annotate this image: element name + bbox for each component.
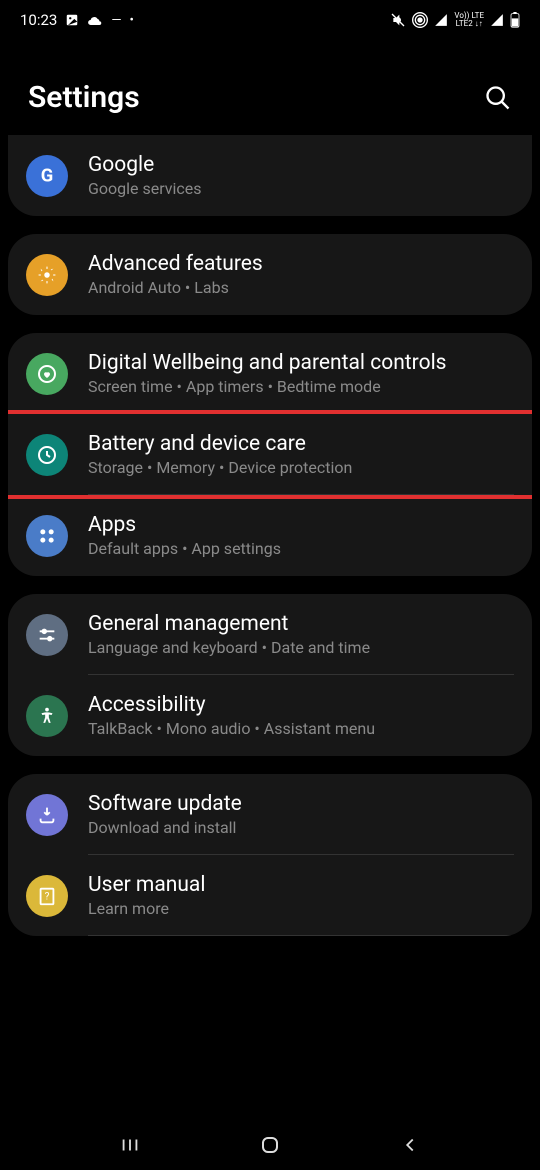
battery-care-icon	[26, 434, 68, 476]
gallery-notif-icon	[65, 13, 79, 27]
settings-item-general[interactable]: General management Language and keyboard…	[8, 594, 532, 675]
status-time: 10:23	[20, 11, 57, 29]
accessibility-icon	[26, 695, 68, 737]
item-title: Battery and device care	[88, 432, 352, 456]
user-manual-icon: ?	[26, 875, 68, 917]
settings-item-apps[interactable]: Apps Default apps • App settings	[8, 495, 532, 576]
status-bar: 10:23 — • Vo)) LTELTE2 ↓↑	[0, 0, 540, 40]
settings-item-wellbeing[interactable]: Digital Wellbeing and parental controls …	[8, 333, 532, 414]
settings-group: Advanced features Android Auto • Labs	[8, 234, 532, 315]
settings-list: G Google Google services Advanced featur…	[0, 135, 540, 936]
item-sub: Google services	[88, 179, 202, 198]
item-sub: Learn more	[88, 899, 205, 918]
hotspot-icon	[412, 12, 428, 28]
general-management-icon	[26, 614, 68, 656]
item-title: User manual	[88, 873, 205, 897]
network-label: Vo)) LTELTE2 ↓↑	[454, 12, 484, 28]
back-button[interactable]	[396, 1131, 424, 1159]
item-text: Apps Default apps • App settings	[88, 513, 281, 558]
signal-icon-1	[434, 13, 448, 27]
dash-notif-icon: —	[111, 13, 121, 28]
back-icon	[399, 1134, 421, 1156]
advanced-features-icon	[26, 254, 68, 296]
item-sub: Language and keyboard • Date and time	[88, 638, 370, 657]
home-icon	[258, 1133, 282, 1157]
status-right: Vo)) LTELTE2 ↓↑	[390, 12, 520, 28]
header: Settings	[0, 40, 540, 135]
item-text: Google Google services	[88, 153, 202, 198]
settings-item-accessibility[interactable]: Accessibility TalkBack • Mono audio • As…	[8, 675, 532, 756]
item-text: User manual Learn more	[88, 873, 205, 918]
dot-notif-icon: •	[130, 13, 134, 28]
settings-item-manual[interactable]: ? User manual Learn more	[8, 855, 532, 936]
item-sub: TalkBack • Mono audio • Assistant menu	[88, 719, 375, 738]
cloud-notif-icon	[87, 15, 103, 25]
item-sub: Download and install	[88, 818, 242, 837]
recents-button[interactable]	[116, 1131, 144, 1159]
mute-icon	[390, 12, 406, 28]
home-button[interactable]	[256, 1131, 284, 1159]
settings-item-advanced[interactable]: Advanced features Android Auto • Labs	[8, 234, 532, 315]
signal-icon-2	[490, 13, 504, 27]
search-icon	[484, 84, 512, 112]
item-sub: Screen time • App timers • Bedtime mode	[88, 377, 447, 396]
settings-group: Digital Wellbeing and parental controls …	[8, 333, 532, 576]
item-title: General management	[88, 612, 370, 636]
settings-group: G Google Google services	[8, 135, 532, 216]
settings-item-google[interactable]: G Google Google services	[8, 135, 532, 216]
search-button[interactable]	[484, 84, 512, 112]
item-text: Accessibility TalkBack • Mono audio • As…	[88, 693, 375, 738]
item-text: Digital Wellbeing and parental controls …	[88, 351, 447, 396]
item-text: Software update Download and install	[88, 792, 242, 837]
software-update-icon	[26, 794, 68, 836]
page-title: Settings	[28, 80, 140, 115]
battery-icon	[510, 12, 520, 28]
recents-icon	[119, 1134, 141, 1156]
item-sub: Storage • Memory • Device protection	[88, 458, 352, 477]
item-text: Battery and device care Storage • Memory…	[88, 432, 352, 477]
item-title: Google	[88, 153, 202, 177]
item-title: Apps	[88, 513, 281, 537]
status-left: 10:23 — •	[20, 11, 134, 29]
svg-text:?: ?	[45, 891, 50, 902]
item-title: Digital Wellbeing and parental controls	[88, 351, 447, 375]
svg-text:G: G	[41, 165, 54, 186]
item-sub: Android Auto • Labs	[88, 278, 263, 297]
apps-icon	[26, 515, 68, 557]
navigation-bar	[0, 1120, 540, 1170]
settings-item-battery[interactable]: Battery and device care Storage • Memory…	[8, 410, 532, 499]
wellbeing-icon	[26, 353, 68, 395]
item-text: Advanced features Android Auto • Labs	[88, 252, 263, 297]
settings-group: Software update Download and install ? U…	[8, 774, 532, 936]
item-title: Accessibility	[88, 693, 375, 717]
item-title: Advanced features	[88, 252, 263, 276]
settings-item-software[interactable]: Software update Download and install	[8, 774, 532, 855]
item-text: General management Language and keyboard…	[88, 612, 370, 657]
google-icon: G	[26, 155, 68, 197]
settings-group: General management Language and keyboard…	[8, 594, 532, 756]
item-sub: Default apps • App settings	[88, 539, 281, 558]
item-title: Software update	[88, 792, 242, 816]
